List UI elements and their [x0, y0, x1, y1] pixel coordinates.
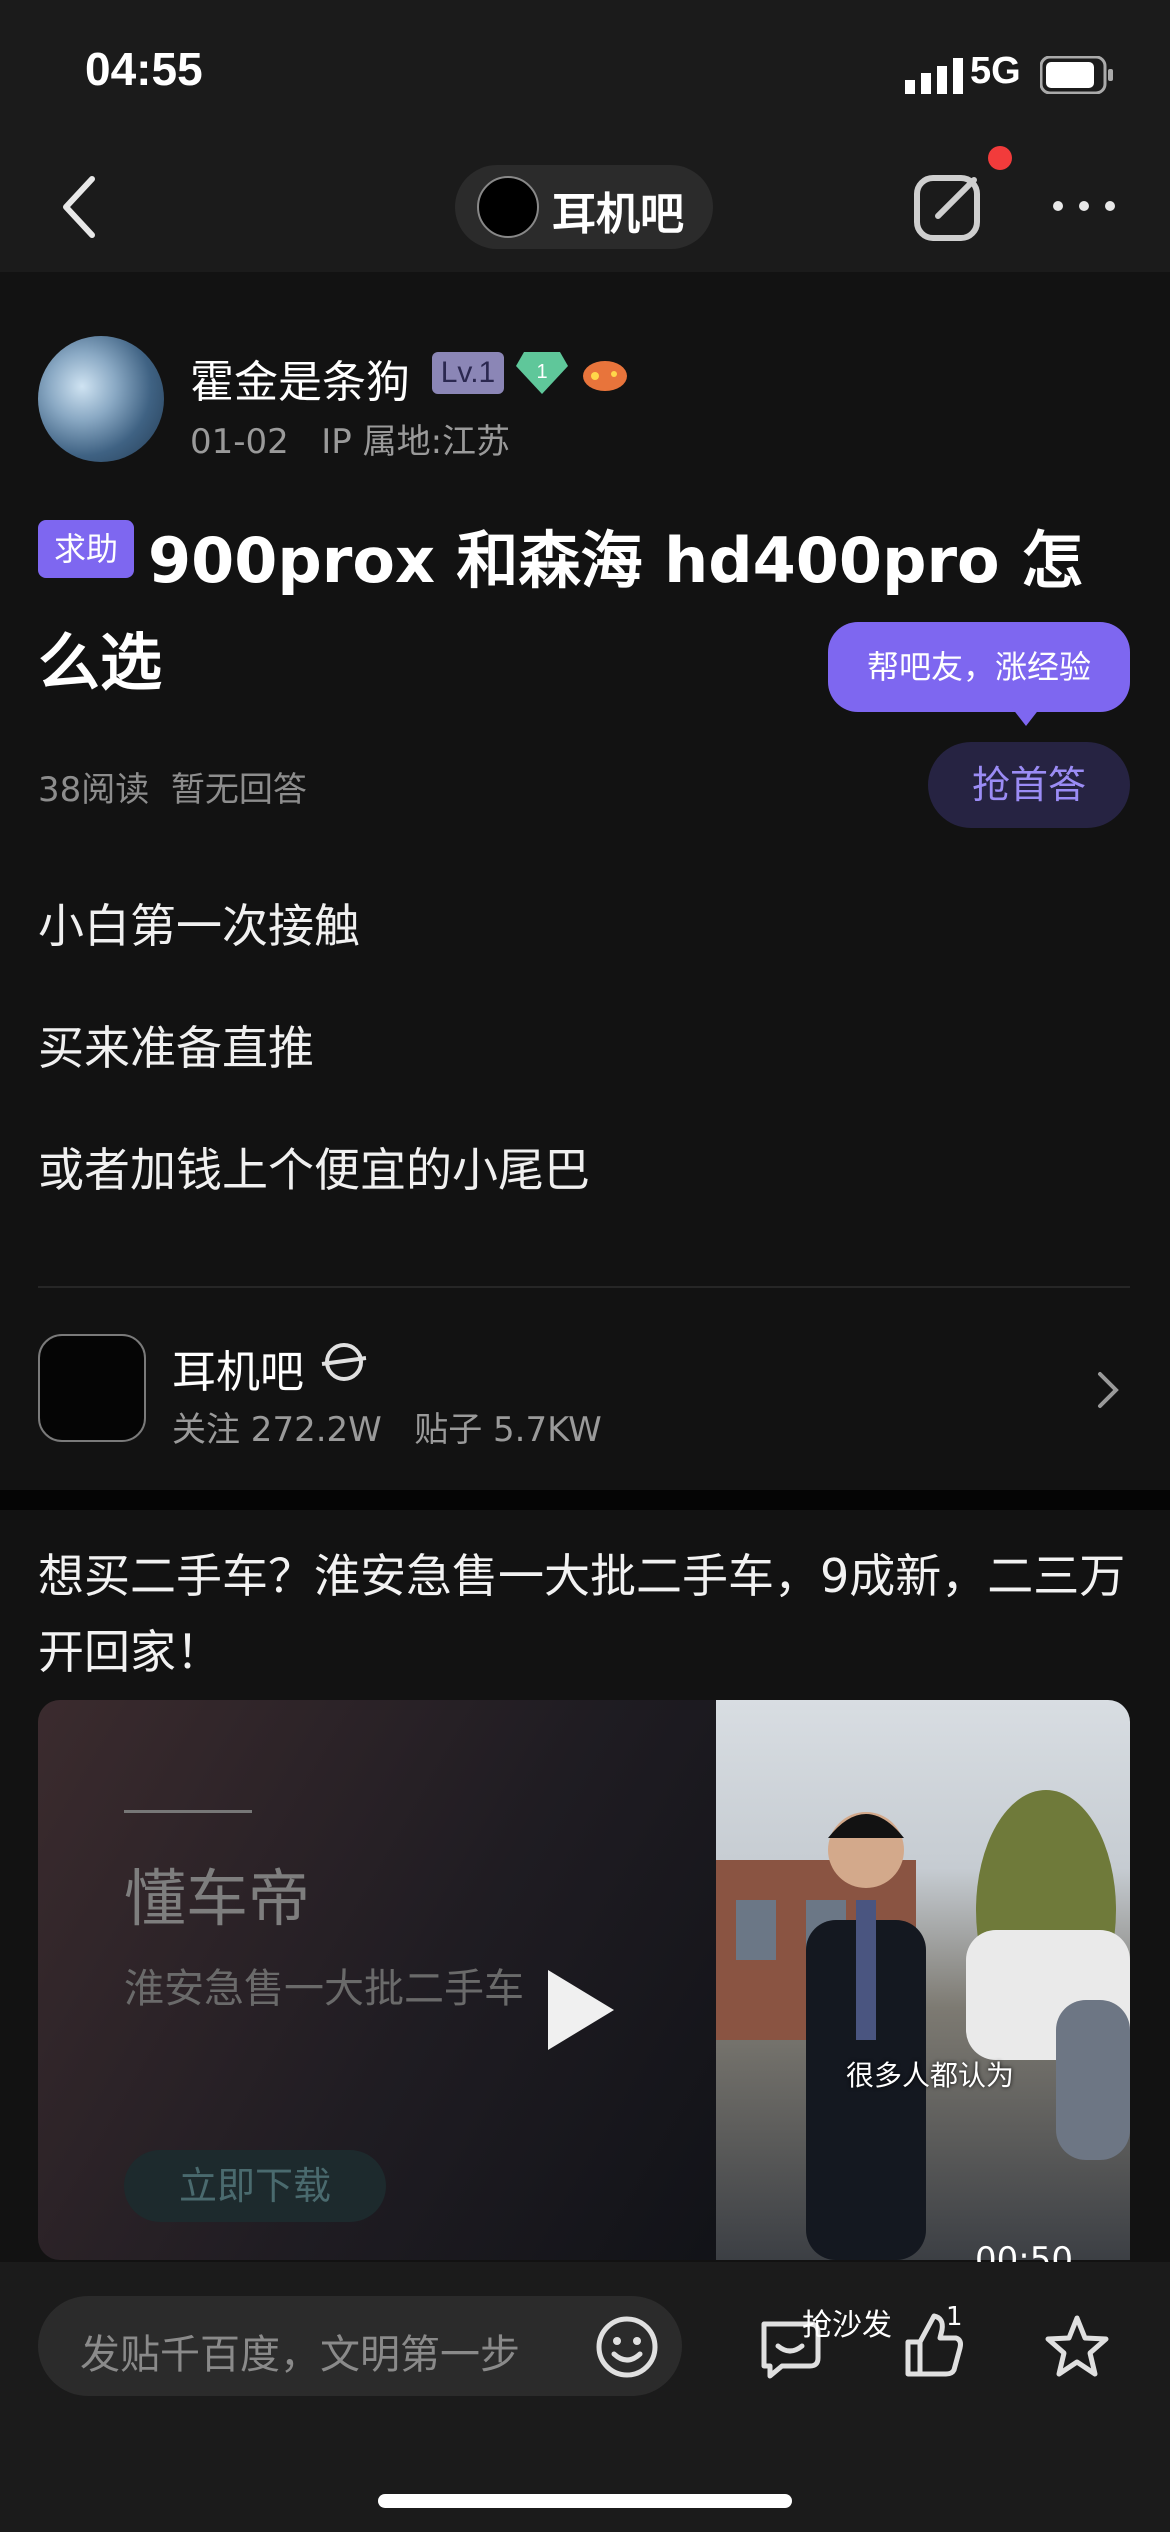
forum-followers: 关注 272.2W	[172, 1410, 382, 1450]
ad-video-scene	[716, 1790, 1130, 2260]
emoji-icon[interactable]	[594, 2314, 660, 2380]
network-label: 5G	[970, 50, 1021, 92]
first-answer-button[interactable]: 抢首答	[928, 742, 1130, 828]
compose-icon[interactable]	[912, 170, 986, 244]
divider	[38, 1286, 1130, 1288]
like-count: 1	[946, 2302, 963, 2332]
notification-dot	[988, 146, 1012, 170]
author-avatar[interactable]	[38, 336, 164, 462]
ad-subtitle: 淮安急售一大批二手车	[124, 1966, 524, 2012]
forum-card-name[interactable]: 耳机吧	[172, 1336, 304, 1400]
star-icon[interactable]	[1042, 2312, 1112, 2382]
reply-status: 暂无回答	[170, 770, 307, 810]
post-body-line: 或者加钱上个便宜的小尾巴	[38, 1143, 590, 1197]
back-icon[interactable]	[60, 175, 100, 239]
post-title-line1: 900prox 和森海 hd400pro 怎	[148, 524, 1084, 597]
nav-forum-title[interactable]: 耳机吧	[552, 178, 684, 242]
author-name[interactable]: 霍金是条狗	[190, 346, 410, 410]
gamepad-icon	[583, 361, 627, 391]
ad-brand: 懂车帝	[124, 1862, 311, 1935]
ad-decor-line	[124, 1810, 252, 1813]
help-tag: 求助	[38, 520, 134, 578]
home-indicator[interactable]	[378, 2494, 792, 2508]
status-time: 04:55	[85, 43, 203, 95]
play-icon[interactable]	[548, 1970, 614, 2050]
post-ip: IP 属地:江苏	[321, 422, 511, 462]
level-badge: Lv.1	[432, 352, 504, 394]
section-separator	[0, 1490, 1170, 1510]
post-title-line2: 么选	[38, 626, 163, 699]
post-stats: 38阅读 暂无回答	[38, 762, 307, 811]
forum-logo[interactable]	[38, 1334, 146, 1442]
battery-icon	[1040, 56, 1113, 94]
post-date: 01-02	[190, 422, 289, 462]
gem-badge-icon: 1	[516, 352, 568, 394]
ad-title[interactable]: 想买二手车？淮安急售一大批二手车，9成新，二三万开回家！	[38, 1538, 1138, 1690]
signal-icon	[905, 58, 963, 94]
post-body-line: 买来准备直推	[38, 1021, 314, 1075]
sofa-label[interactable]: 抢沙发	[802, 2300, 892, 2344]
more-icon[interactable]	[1052, 198, 1116, 214]
exp-tooltip: 帮吧友，涨经验	[828, 622, 1130, 712]
tooltip-arrow	[1012, 708, 1040, 726]
forum-card-stats: 关注 272.2W 贴子 5.7KW	[172, 1402, 602, 1451]
post-meta: 01-02 IP 属地:江苏	[190, 414, 510, 463]
svg-text:1: 1	[536, 361, 547, 383]
reply-input-placeholder[interactable]: 发贴千百度，文明第一步	[80, 2322, 520, 2380]
read-count: 38阅读	[38, 770, 150, 810]
planet-icon	[321, 1343, 367, 1381]
ad-download-button[interactable]: 立即下载	[124, 2150, 386, 2222]
chevron-right-icon[interactable]	[1096, 1370, 1120, 1410]
ad-video-caption: 很多人都认为	[846, 2059, 1015, 2092]
forum-logo-icon	[477, 176, 539, 238]
forum-posts: 贴子 5.7KW	[414, 1410, 602, 1450]
post-body-line: 小白第一次接触	[38, 899, 360, 953]
